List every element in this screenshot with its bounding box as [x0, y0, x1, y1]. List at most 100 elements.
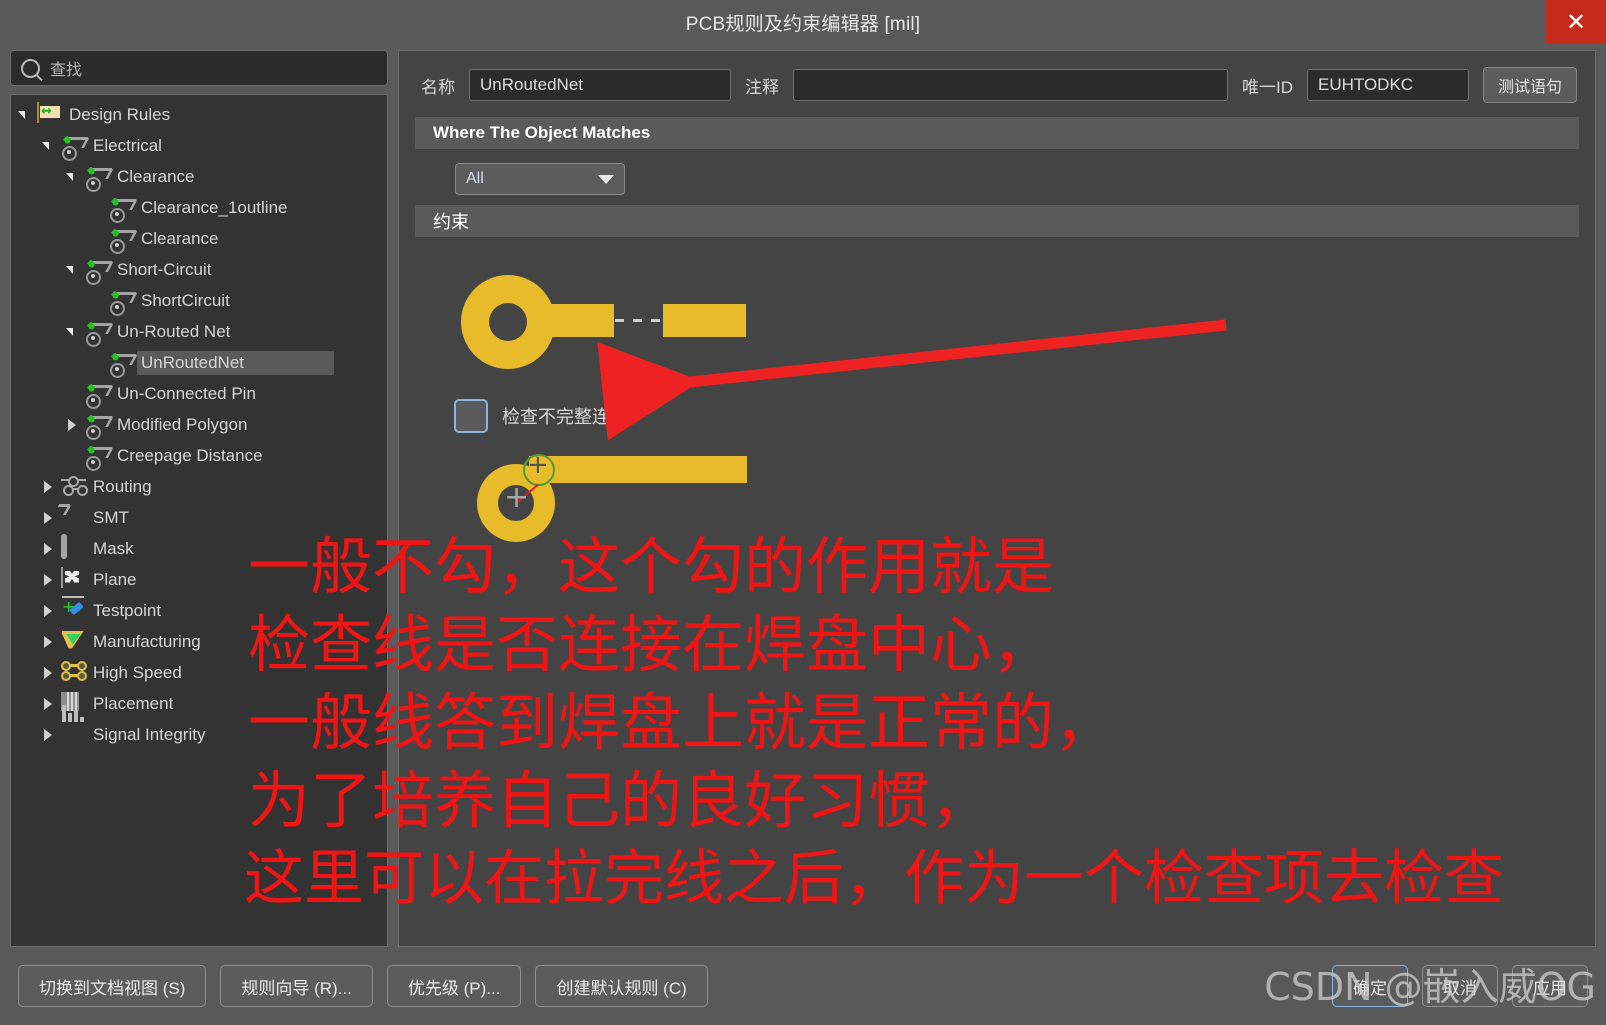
tree-item-label: Electrical — [93, 135, 162, 155]
tree-item-manufacturing[interactable]: Manufacturing — [11, 626, 387, 657]
chevron-down-icon[interactable] — [65, 263, 79, 277]
incomplete-connection-checkbox[interactable] — [454, 399, 488, 433]
tree-item-creepage-distance[interactable]: Creepage Distance — [11, 440, 387, 471]
scope-select-value: All — [466, 170, 484, 187]
close-icon[interactable]: ✕ — [1546, 0, 1606, 44]
chevron-right-icon[interactable] — [41, 635, 55, 649]
tree-item-clearance[interactable]: Clearance — [11, 223, 387, 254]
chevron-down-icon[interactable] — [65, 325, 79, 339]
rule-editor-panel: 名称 UnRoutedNet 注释 唯一ID EUHTODKC 测试语句 Whe… — [398, 50, 1596, 947]
create-default-rules-button[interactable]: 创建默认规则 (C) — [535, 965, 708, 1007]
scope-select[interactable]: All — [455, 163, 625, 195]
rule-icon — [85, 320, 114, 347]
tree-item-modified-polygon[interactable]: Modified Polygon — [11, 409, 387, 440]
illustration-cross-center-icon: + — [504, 480, 530, 515]
tree-item-high-speed[interactable]: High Speed — [11, 657, 387, 688]
tree-item-label: Creepage Distance — [117, 445, 263, 465]
tree-item-label: UnRoutedNet — [137, 350, 335, 375]
rule-icon — [109, 289, 138, 316]
plane-icon — [61, 566, 87, 592]
priority-button[interactable]: 优先级 (P)... — [386, 965, 522, 1007]
chevron-down-icon[interactable] — [41, 139, 55, 153]
illustration-gap-dashes — [615, 319, 661, 322]
tree-item-smt[interactable]: SMT — [11, 502, 387, 533]
test-query-button[interactable]: 测试语句 — [1482, 67, 1577, 103]
rule-icon — [109, 227, 138, 254]
incomplete-connection-checkbox-row[interactable]: 检查不完整连接 — [454, 399, 628, 433]
illustration-track-c — [529, 456, 747, 483]
highspeed-icon — [61, 660, 87, 685]
tree-item-clearance-1outline[interactable]: Clearance_1outline — [11, 192, 387, 223]
smt-icon — [61, 506, 87, 530]
name-field[interactable]: UnRoutedNet — [469, 69, 731, 101]
tree-item-label: Placement — [93, 693, 174, 713]
manufacturing-icon — [61, 630, 87, 654]
chevron-down-icon[interactable] — [17, 108, 31, 122]
tree-item-short-circuit[interactable]: Short-Circuit — [11, 254, 387, 285]
constraint-illustration: 检查不完整连接 + + — [399, 251, 1595, 542]
tree-item-label: Design Rules — [69, 104, 171, 124]
signalintegrity-icon — [61, 704, 87, 747]
rule-icon — [61, 134, 90, 161]
tree-item-un-connected-pin[interactable]: Un-Connected Pin — [11, 378, 387, 409]
cancel-button[interactable]: 取消 — [1422, 965, 1498, 1007]
tree-item-mask[interactable]: Mask — [11, 533, 387, 564]
scope-row: All — [399, 149, 1595, 201]
rules-tree[interactable]: ↔ Design Rules Electrical Clearance Clearanc… — [10, 94, 388, 947]
tree-item-clearance[interactable]: Clearance — [11, 161, 387, 192]
tree-item-unroutednet[interactable]: UnRoutedNet — [11, 347, 387, 378]
title-bar: PCB规则及约束编辑器 [mil] ✕ — [0, 0, 1606, 44]
tree-item-label: Mask — [93, 538, 134, 558]
tree-item-signal-integrity[interactable]: Signal Integrity — [11, 704, 387, 750]
tree-item-label: Clearance_1outline — [141, 197, 288, 217]
left-panel: 查找 ↔ Design Rules Electrical Clearance Clear… — [10, 50, 388, 947]
dialog-footer: 切换到文档视图 (S) 规则向导 (R)... 优先级 (P)... 创建默认规… — [0, 947, 1606, 1025]
rule-icon — [85, 258, 114, 285]
dialog-body: 查找 ↔ Design Rules Electrical Clearance Clear… — [0, 44, 1606, 947]
tree-item-label: Manufacturing — [93, 631, 201, 651]
tree-item-label: ShortCircuit — [141, 290, 230, 310]
chevron-right-icon[interactable] — [65, 418, 79, 432]
illustration-cross-outer-icon: + — [527, 450, 549, 480]
apply-button[interactable]: 应用 — [1512, 965, 1588, 1007]
search-icon — [21, 58, 40, 78]
tree-item-un-routed-net[interactable]: Un-Routed Net — [11, 316, 387, 347]
rule-icon — [109, 351, 138, 378]
chevron-right-icon[interactable] — [41, 542, 55, 556]
switch-document-view-button[interactable]: 切换到文档视图 (S) — [18, 965, 207, 1007]
ok-button[interactable]: 确定 — [1332, 965, 1408, 1007]
unique-id-label: 唯一ID — [1241, 77, 1293, 97]
tree-item-testpoint[interactable]: + Testpoint — [11, 595, 387, 626]
chevron-right-icon[interactable] — [41, 697, 55, 711]
where-object-matches-header: Where The Object Matches — [415, 117, 1579, 149]
rule-icon — [85, 444, 114, 471]
unique-id-field[interactable]: EUHTODKC — [1306, 69, 1469, 101]
chevron-right-icon[interactable] — [41, 573, 55, 587]
rule-wizard-button[interactable]: 规则向导 (R)... — [220, 965, 373, 1007]
tree-item-shortcircuit[interactable]: ShortCircuit — [11, 285, 387, 316]
chevron-right-icon[interactable] — [41, 666, 55, 680]
tree-item-plane[interactable]: Plane — [11, 564, 387, 595]
rule-icon — [109, 196, 138, 223]
chevron-right-icon[interactable] — [41, 480, 55, 494]
comment-label: 注释 — [745, 77, 779, 97]
tree-item-routing[interactable]: Routing — [11, 471, 387, 502]
chevron-down-icon[interactable] — [65, 170, 79, 184]
window-title: PCB规则及约束编辑器 [mil] — [685, 13, 921, 35]
chevron-right-icon[interactable] — [41, 728, 55, 742]
comment-field[interactable] — [793, 69, 1228, 101]
rule-icon — [85, 382, 114, 409]
tree-item-label: Short-Circuit — [117, 259, 212, 279]
illustration-track-b — [663, 304, 746, 337]
tree-item-design-rules[interactable]: ↔ Design Rules — [11, 99, 387, 130]
search-input[interactable]: 查找 — [10, 50, 388, 86]
incomplete-connection-label: 检查不完整连接 — [502, 407, 628, 427]
folder-icon: ↔ — [37, 101, 63, 127]
chevron-right-icon[interactable] — [41, 604, 55, 618]
tree-item-electrical[interactable]: Electrical — [11, 130, 387, 161]
